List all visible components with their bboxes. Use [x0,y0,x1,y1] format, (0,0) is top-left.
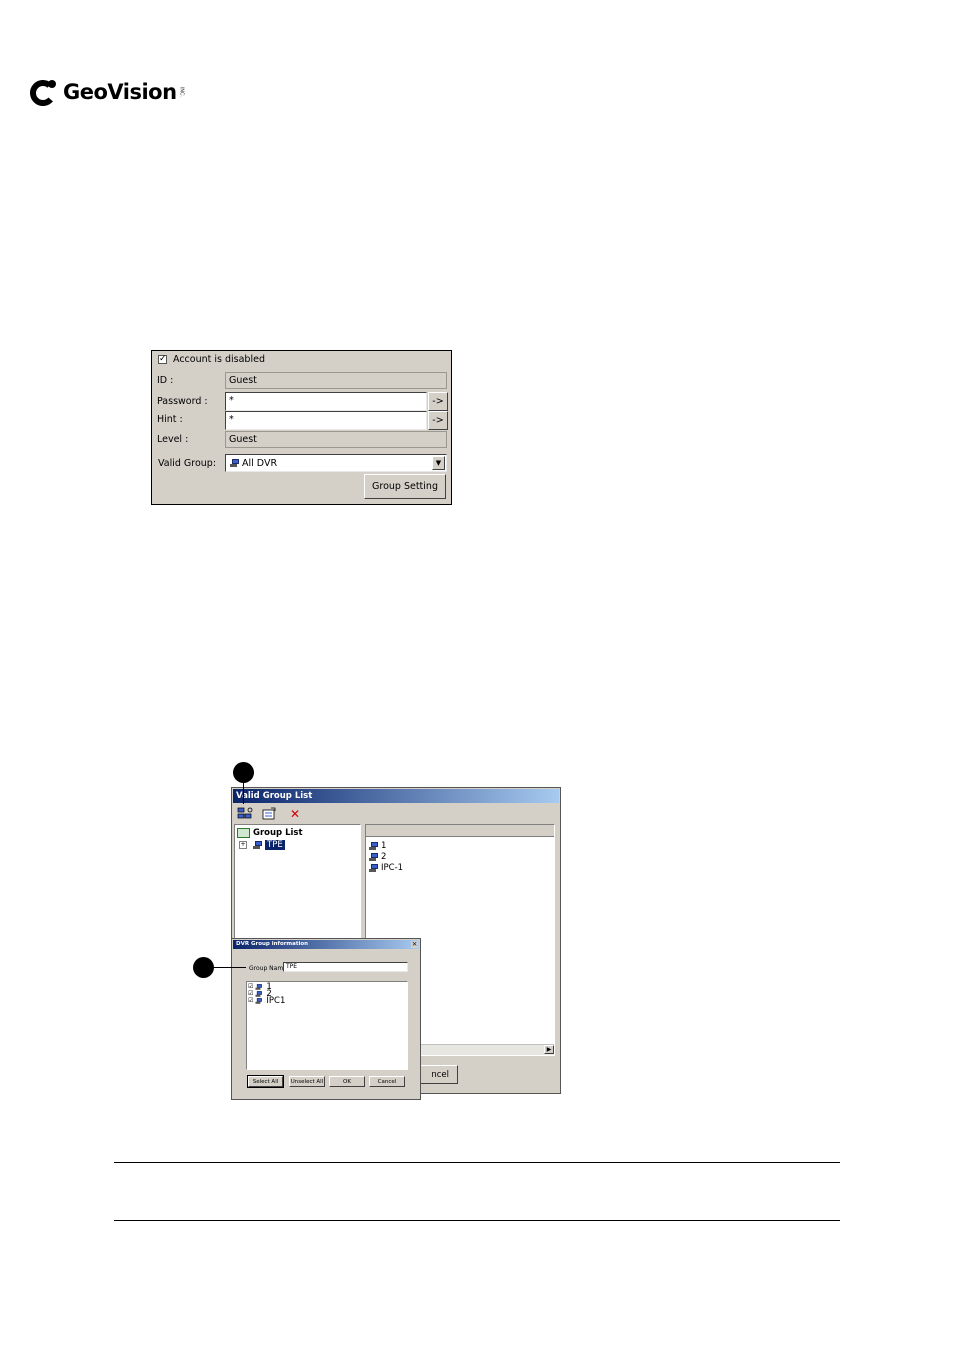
valid-group-value: All DVR [242,457,278,469]
tree-root[interactable]: Group List [237,827,303,838]
level-field: Guest [225,431,447,448]
dvr-icon [255,983,263,990]
dvr-icon [369,841,379,850]
list-item-label: 2 [381,851,387,862]
ok-button[interactable]: OK [329,1076,365,1087]
delete-icon[interactable]: ✕ [286,806,304,821]
logo-tm: INC. [178,87,185,97]
list-header [366,825,554,837]
add-group-icon[interactable] [236,806,254,821]
window-title: Valid Group List [233,789,559,803]
logo-text: GeoVision [63,80,177,104]
list-item-label: 1 [381,840,387,851]
checklist-item[interactable]: ☑ IPC1 [248,995,286,1006]
callout-leader-1 [243,782,244,804]
password-label: Password : [157,396,208,407]
checkbox-checked-icon[interactable]: ☑ [248,997,253,1004]
list-item-label: IPC-1 [381,862,404,873]
dialog-title: DVR Group information [233,940,419,949]
tree-item-tpe[interactable]: + TPE [239,839,285,850]
id-label: ID : [157,375,174,386]
callout-marker-1 [233,762,254,783]
password-arrow-button[interactable]: -> [428,392,448,411]
note-bottom-rule [114,1220,840,1221]
chevron-down-icon[interactable]: ▼ [432,456,445,470]
valid-group-label: Valid Group: [158,458,217,469]
hint-arrow-button[interactable]: -> [428,411,448,430]
account-settings-panel: ✓ Account is disabled ID : Guest Passwor… [151,350,452,505]
expand-icon[interactable]: + [239,840,247,849]
dvr-icon [369,852,379,861]
hint-label: Hint : [157,414,183,425]
dvr-checklist: ☑ 1 ☑ 2 ☑ IPC1 [246,981,408,1070]
list-item[interactable]: 1 [369,840,386,851]
level-label: Level : [157,434,189,445]
dvr-icon [255,990,263,997]
list-item[interactable]: IPC-1 [369,862,403,873]
callout-marker-2 [193,957,214,978]
scroll-right-icon[interactable]: ▶ [544,1045,554,1054]
dvr-group-icon [253,840,263,849]
list-item[interactable]: 2 [369,851,386,862]
checkbox-checked-icon[interactable]: ☑ [248,983,253,990]
dvr-group-information-dialog: DVR Group information × Group Name TPE ☑… [231,938,421,1100]
note-top-rule [114,1162,840,1163]
group-list-icon [237,827,250,838]
dialog-cancel-button[interactable]: Cancel [369,1076,405,1087]
dvr-icon [369,863,379,872]
group-name-label: Group Name [249,965,287,972]
group-name-input[interactable]: TPE [283,962,408,972]
unselect-all-button[interactable]: Unselect All [289,1076,325,1087]
tree-item-label: TPE [265,839,285,850]
dvr-icon [255,997,263,1004]
tree-root-label: Group List [253,827,303,838]
account-disabled-checkbox[interactable]: ✓ [158,355,167,364]
id-field: Guest [225,372,447,389]
dvr-group-icon [230,459,240,467]
close-icon[interactable]: × [411,941,418,948]
checklist-item-label: IPC1 [266,995,286,1006]
select-all-button[interactable]: Select All [247,1075,284,1088]
hint-input[interactable]: * [225,411,427,430]
callout-leader-2 [214,967,246,968]
logo-mark-icon [30,77,60,107]
edit-group-icon[interactable] [260,806,278,821]
valid-group-select[interactable]: All DVR ▼ [225,454,447,472]
geovision-logo: GeoVision INC. [30,74,185,110]
group-setting-button[interactable]: Group Setting [364,474,446,499]
checkbox-checked-icon[interactable]: ☑ [248,990,253,997]
password-input[interactable]: * [225,392,427,411]
account-disabled-label: Account is disabled [173,354,265,365]
